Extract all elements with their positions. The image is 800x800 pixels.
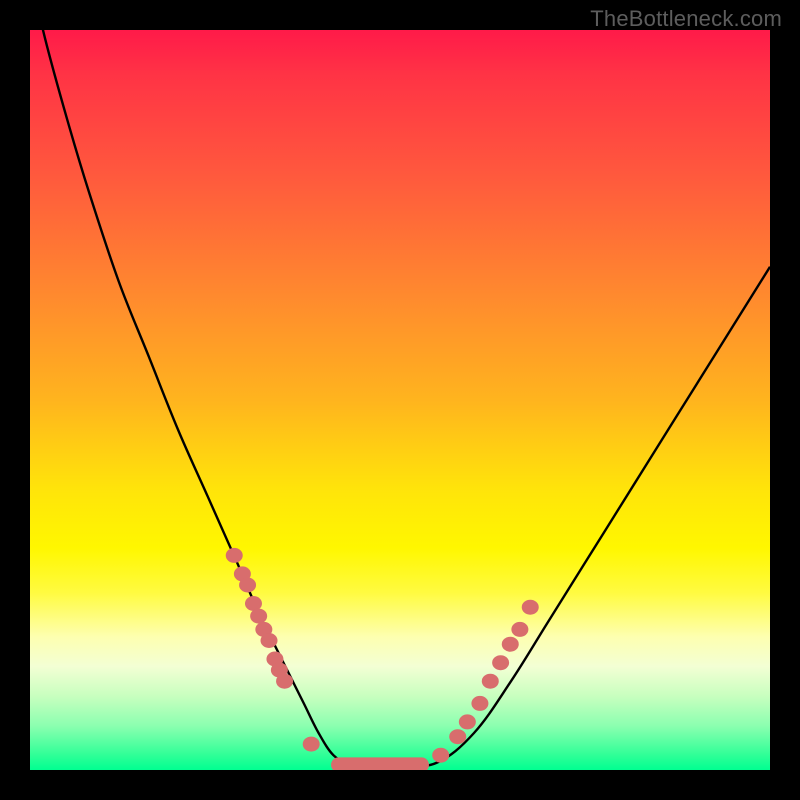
marker-right (482, 674, 499, 689)
chart-frame: TheBottleneck.com (0, 0, 800, 800)
marker-right (511, 622, 528, 637)
marker-left (261, 633, 278, 648)
marker-right (502, 637, 519, 652)
marker-bottom-bar (331, 757, 429, 770)
marker-left (226, 548, 243, 563)
marker-right (522, 600, 539, 615)
marker-left (276, 674, 293, 689)
marker-right (471, 696, 488, 711)
marker-right (432, 748, 449, 763)
marker-right (449, 729, 466, 744)
curve-layer (30, 30, 770, 770)
bottleneck-curve (30, 30, 770, 767)
marker-left (239, 578, 256, 593)
marker-left (303, 737, 320, 752)
watermark-text: TheBottleneck.com (590, 6, 782, 32)
plot-area (30, 30, 770, 770)
marker-left (250, 609, 267, 624)
marker-right (459, 714, 476, 729)
marker-right (492, 655, 509, 670)
